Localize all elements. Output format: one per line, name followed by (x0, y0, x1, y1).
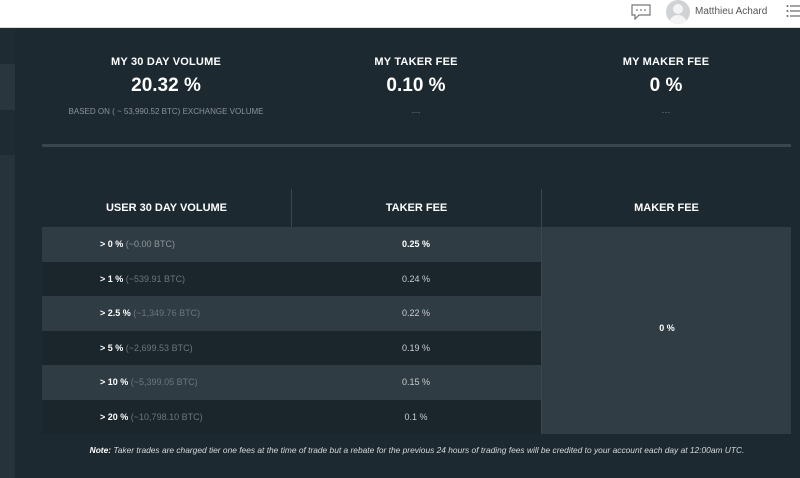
volume-btc: (~10,798.10 BTC) (130, 411, 203, 422)
volume-percent: > 2.5 % (100, 308, 131, 318)
avatar-body (669, 15, 687, 24)
taker-fee-cell: 0.1 % (404, 411, 428, 422)
volume-percent: > 5 % (100, 342, 124, 353)
table-row: > 0 % (~0.00 BTC) 0.25 % (42, 227, 541, 262)
note-text: Taker trades are charged tier one fees a… (113, 445, 745, 455)
volume-btc: (~539.91 BTC) (125, 273, 186, 284)
chat-icon[interactable] (631, 4, 651, 20)
stat-label: MY TAKER FEE (374, 56, 458, 68)
stat-30-day-volume: MY 30 DAY VOLUME 20.32 % BASED ON ( ~ 53… (56, 56, 276, 116)
volume-cell: > 0 % (~0.00 BTC) (100, 227, 175, 262)
stat-value: 0.10 % (386, 75, 446, 96)
volume-btc: (~5,399.05 BTC) (130, 377, 198, 387)
volume-btc: (~2,699.53 BTC) (125, 342, 193, 353)
taker-fee-cell: 0.24 % (401, 273, 431, 284)
table-header: USER 30 DAY VOLUME TAKER FEE MAKER FEE (42, 189, 791, 227)
avatar[interactable] (666, 0, 690, 24)
taker-fee-cell: 0.25 % (401, 239, 431, 249)
taker-fee-cell: 0.22 % (401, 308, 431, 318)
note-label: Note: (89, 445, 112, 455)
maker-fee-cell: 0 % (541, 227, 791, 434)
stat-label: MY 30 DAY VOLUME (111, 56, 221, 68)
volume-cell: > 2.5 % (~1,349.76 BTC) (100, 296, 200, 331)
column-header: MAKER FEE (541, 189, 791, 227)
fee-note: Note: Taker trades are charged tier one … (44, 444, 790, 456)
username[interactable]: Matthieu Achard (695, 6, 767, 17)
stat-value: 0 % (649, 75, 683, 96)
table-row: > 5 % (~2,699.53 BTC) 0.19 % (42, 330, 541, 366)
taker-fee-cell: 0.15 % (401, 377, 431, 387)
stat-subtext: --- (411, 107, 421, 117)
divider (42, 144, 791, 147)
column-header: TAKER FEE (291, 189, 541, 227)
taker-fee-cell: 0.19 % (401, 342, 431, 353)
stat-subtext: --- (661, 107, 671, 117)
volume-cell: > 5 % (~2,699.53 BTC) (100, 331, 193, 366)
table-row: > 20 % (~10,798.10 BTC) 0.1 % (42, 399, 541, 435)
volume-percent: > 1 % (100, 273, 124, 284)
stat-maker-fee: MY MAKER FEE 0 % --- (576, 56, 756, 117)
avatar-head (673, 4, 683, 14)
stat-label: MY MAKER FEE (622, 56, 710, 68)
table-row: > 2.5 % (~1,349.76 BTC) 0.22 % (42, 296, 541, 331)
column-header: USER 30 DAY VOLUME (105, 202, 228, 214)
volume-btc: (~1,349.76 BTC) (133, 308, 201, 318)
top-bar: Matthieu Achard (0, 0, 800, 28)
volume-percent: > 10 % (100, 377, 129, 387)
stat-value: 20.32 % (131, 75, 201, 96)
table-row: > 10 % (~5,399.05 BTC) 0.15 % (42, 365, 541, 400)
volume-cell: > 20 % (~10,798.10 BTC) (100, 400, 203, 435)
volume-percent: > 0 % (100, 239, 124, 249)
volume-percent: > 20 % (100, 411, 129, 422)
volume-cell: > 1 % (~539.91 BTC) (100, 262, 185, 297)
sidebar-item[interactable] (0, 64, 15, 110)
stat-subtext: BASED ON ( ~ 53,990.52 BTC) EXCHANGE VOL… (68, 107, 264, 116)
stat-taker-fee: MY TAKER FEE 0.10 % --- (326, 56, 506, 117)
menu-icon[interactable] (786, 3, 800, 19)
volume-cell: > 10 % (~5,399.05 BTC) (100, 365, 198, 400)
sidebar-panel (0, 155, 15, 478)
maker-fee-value: 0 % (659, 323, 675, 333)
fee-table: USER 30 DAY VOLUME TAKER FEE MAKER FEE >… (42, 189, 791, 434)
table-row: > 1 % (~539.91 BTC) 0.24 % (42, 261, 541, 297)
volume-btc: (~0.00 BTC) (125, 239, 176, 249)
